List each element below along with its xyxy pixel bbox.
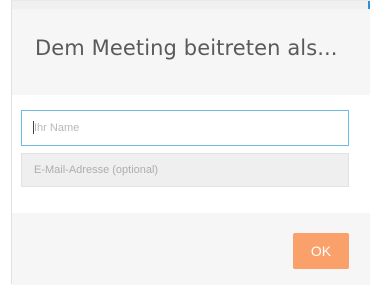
name-input[interactable] xyxy=(21,110,349,146)
dialog-title: Dem Meeting beitreten als... xyxy=(35,36,338,60)
email-input[interactable] xyxy=(21,153,349,187)
dialog-header: Dem Meeting beitreten als... xyxy=(12,9,370,95)
dialog-top-strip xyxy=(12,1,370,9)
ok-button[interactable]: OK xyxy=(293,233,349,269)
text-caret xyxy=(33,121,34,134)
